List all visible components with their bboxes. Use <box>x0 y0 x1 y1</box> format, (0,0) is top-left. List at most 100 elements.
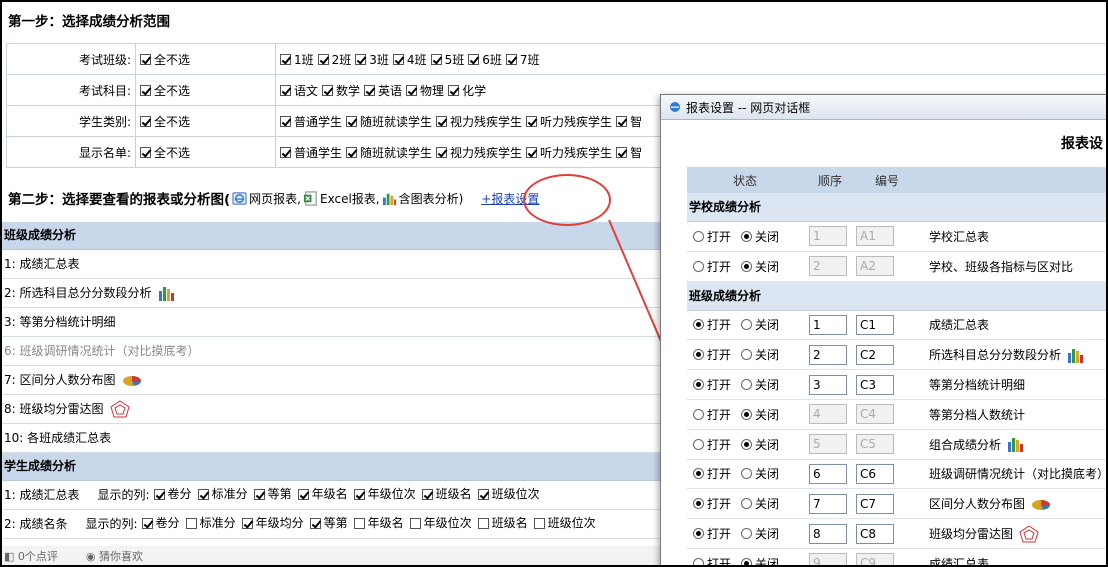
checkbox-label: 全不选 <box>154 145 191 160</box>
close-radio[interactable]: 关闭 <box>741 555 779 565</box>
open-radio[interactable]: 打开 <box>693 316 731 333</box>
option-checkbox-2-1[interactable]: 随班就读学生 <box>346 113 432 130</box>
select-all-checkbox[interactable]: 全不选 <box>140 82 190 99</box>
code-input[interactable] <box>856 463 894 484</box>
order-input[interactable] <box>809 256 847 277</box>
comments-count[interactable]: ◧ 0个点评 <box>4 548 72 564</box>
report-name: 等第分档统计明细 <box>929 378 1026 393</box>
code-input[interactable] <box>856 226 894 247</box>
option-checkbox-1-4[interactable]: 化学 <box>448 82 486 99</box>
option-checkbox-3-4[interactable]: 智 <box>616 144 642 161</box>
option-checkbox-3-1[interactable]: 随班就读学生 <box>346 144 432 161</box>
report-name: 班级调研情况统计（对比摸底考） <box>929 467 1108 482</box>
column-checkbox[interactable]: 年级位次 <box>409 509 472 537</box>
option-checkbox-3-3[interactable]: 听力残疾学生 <box>526 144 612 161</box>
select-all-checkbox[interactable]: 全不选 <box>140 113 190 130</box>
open-radio[interactable]: 打开 <box>693 376 731 393</box>
checkbox-label: 智 <box>630 114 643 129</box>
close-radio[interactable]: 关闭 <box>741 258 779 275</box>
order-input[interactable] <box>809 493 847 514</box>
column-checkbox[interactable]: 班级位次 <box>533 509 596 537</box>
open-radio[interactable]: 打开 <box>693 406 731 423</box>
row2-columns: 卷分 标准分 年级均分 等第 年级名 年级位次 班级名 班级位次 <box>141 509 602 539</box>
option-checkbox-0-1[interactable]: 2班 <box>317 51 351 68</box>
select-all-checkbox[interactable]: 全不选 <box>140 51 190 68</box>
radio-icon <box>693 260 704 272</box>
code-input[interactable] <box>856 374 894 395</box>
order-input[interactable] <box>809 226 847 247</box>
column-checkbox[interactable]: 卷分 <box>153 480 192 508</box>
open-radio[interactable]: 打开 <box>693 346 731 363</box>
code-input[interactable] <box>856 553 894 565</box>
column-checkbox[interactable]: 等第 <box>309 509 348 537</box>
report-name: 学校汇总表 <box>929 229 990 244</box>
column-checkbox[interactable]: 班级名 <box>477 509 528 537</box>
code-input[interactable] <box>856 404 894 425</box>
order-input[interactable] <box>809 463 847 484</box>
order-input[interactable] <box>809 344 847 365</box>
open-radio[interactable]: 打开 <box>693 228 731 245</box>
close-radio[interactable]: 关闭 <box>741 346 779 363</box>
column-checkbox[interactable]: 标准分 <box>185 509 236 537</box>
option-checkbox-1-2[interactable]: 英语 <box>364 82 402 99</box>
column-checkbox[interactable]: 标准分 <box>197 480 248 508</box>
open-radio[interactable]: 打开 <box>693 555 731 565</box>
option-checkbox-0-5[interactable]: 6班 <box>468 51 502 68</box>
checkbox-label: 全不选 <box>154 83 191 98</box>
close-radio[interactable]: 关闭 <box>741 525 779 542</box>
order-input[interactable] <box>809 374 847 395</box>
column-checkbox[interactable]: 年级位次 <box>353 480 416 508</box>
select-all-checkbox[interactable]: 全不选 <box>140 144 190 161</box>
code-input[interactable] <box>856 256 894 277</box>
dialog-titlebar[interactable]: 报表设置 -- 网页对话框 <box>661 95 1106 120</box>
option-checkbox-1-1[interactable]: 数学 <box>322 82 360 99</box>
columns-label: 显示的列: <box>85 517 138 531</box>
order-input[interactable] <box>809 314 847 335</box>
option-checkbox-2-2[interactable]: 视力残疾学生 <box>436 113 522 130</box>
option-checkbox-2-3[interactable]: 听力残疾学生 <box>526 113 612 130</box>
close-radio[interactable]: 关闭 <box>741 465 779 482</box>
column-checkbox[interactable]: 年级名 <box>353 509 404 537</box>
column-checkbox[interactable]: 年级名 <box>297 480 348 508</box>
close-radio[interactable]: 关闭 <box>741 376 779 393</box>
code-input[interactable] <box>856 523 894 544</box>
option-checkbox-0-2[interactable]: 3班 <box>355 51 389 68</box>
option-checkbox-0-0[interactable]: 1班 <box>280 51 314 68</box>
option-checkbox-0-6[interactable]: 7班 <box>505 51 539 68</box>
option-checkbox-3-0[interactable]: 普通学生 <box>280 144 342 161</box>
close-radio[interactable]: 关闭 <box>741 406 779 423</box>
close-radio[interactable]: 关闭 <box>741 228 779 245</box>
open-radio[interactable]: 打开 <box>693 258 731 275</box>
column-checkbox[interactable]: 班级位次 <box>477 480 540 508</box>
option-checkbox-1-0[interactable]: 语文 <box>280 82 318 99</box>
close-radio[interactable]: 关闭 <box>741 316 779 333</box>
order-input[interactable] <box>809 404 847 425</box>
code-input[interactable] <box>856 344 894 365</box>
close-radio[interactable]: 关闭 <box>741 436 779 453</box>
radio-icon <box>741 498 753 510</box>
code-input[interactable] <box>856 493 894 514</box>
code-input[interactable] <box>856 314 894 335</box>
open-radio[interactable]: 打开 <box>693 525 731 542</box>
open-radio[interactable]: 打开 <box>693 436 731 453</box>
open-radio[interactable]: 打开 <box>693 465 731 482</box>
column-checkbox[interactable]: 年级均分 <box>241 509 304 537</box>
option-checkbox-3-2[interactable]: 视力残疾学生 <box>436 144 522 161</box>
option-checkbox-0-3[interactable]: 4班 <box>392 51 427 68</box>
order-input[interactable] <box>809 553 847 565</box>
column-checkbox[interactable]: 班级名 <box>421 480 472 508</box>
like-link[interactable]: ◉ 猜你喜欢 <box>86 548 157 564</box>
option-checkbox-2-0[interactable]: 普通学生 <box>280 113 342 130</box>
option-checkbox-2-4[interactable]: 智 <box>616 113 642 130</box>
order-input[interactable] <box>809 523 847 544</box>
order-input[interactable] <box>809 434 847 455</box>
select-all-cell: 全不选 <box>135 105 276 137</box>
open-radio[interactable]: 打开 <box>693 495 731 512</box>
close-radio[interactable]: 关闭 <box>741 495 779 512</box>
column-checkbox[interactable]: 等第 <box>253 480 292 508</box>
column-checkbox[interactable]: 卷分 <box>141 509 180 537</box>
checkbox-icon <box>364 84 376 96</box>
option-checkbox-0-4[interactable]: 5班 <box>430 51 464 68</box>
code-input[interactable] <box>856 434 894 455</box>
option-checkbox-1-3[interactable]: 物理 <box>406 82 444 99</box>
